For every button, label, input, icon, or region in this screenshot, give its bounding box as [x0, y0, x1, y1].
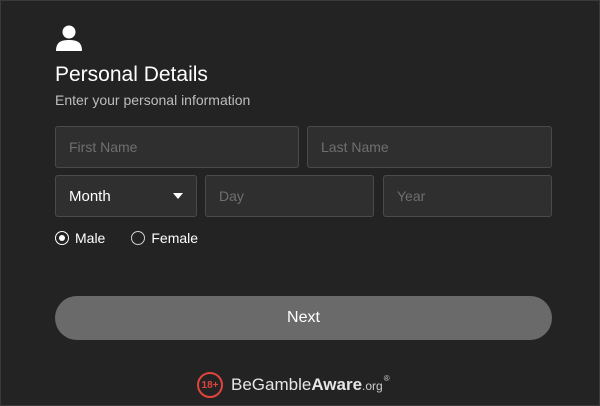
begambleaware-logo[interactable]: 18+ BeGambleAware.org® — [197, 372, 390, 398]
gender-male-label: Male — [75, 230, 106, 246]
chevron-down-icon — [173, 193, 183, 199]
gender-radio-group: Male Female — [55, 230, 224, 246]
page-title: Personal Details — [55, 63, 208, 86]
user-icon — [56, 25, 82, 51]
brand-part-1: Be — [231, 375, 252, 394]
age-restriction-badge: 18+ — [197, 372, 223, 398]
first-name-field-wrapper — [55, 126, 299, 168]
month-select[interactable]: Month — [55, 175, 197, 217]
year-field[interactable] — [384, 176, 551, 216]
page-subtitle: Enter your personal information — [55, 92, 251, 108]
gender-female-radio[interactable]: Female — [131, 230, 198, 246]
day-field[interactable] — [206, 176, 373, 216]
day-field-wrapper — [205, 175, 374, 217]
next-button[interactable]: Next — [55, 296, 552, 340]
registered-mark: ® — [383, 374, 390, 383]
last-name-field[interactable] — [308, 127, 551, 167]
brand-suffix: .org — [362, 379, 383, 393]
radio-unchecked-icon — [131, 231, 146, 245]
last-name-field-wrapper — [307, 126, 552, 168]
year-field-wrapper — [383, 175, 552, 217]
month-select-value: Month — [69, 187, 111, 205]
radio-checked-icon — [55, 231, 69, 245]
brand-part-3: Aware — [311, 375, 363, 394]
gender-male-radio[interactable]: Male — [55, 230, 105, 246]
first-name-field[interactable] — [56, 127, 298, 167]
brand-text: BeGambleAware.org® — [231, 374, 390, 395]
brand-part-2: Gamble — [251, 375, 312, 394]
gender-female-label: Female — [151, 230, 199, 246]
